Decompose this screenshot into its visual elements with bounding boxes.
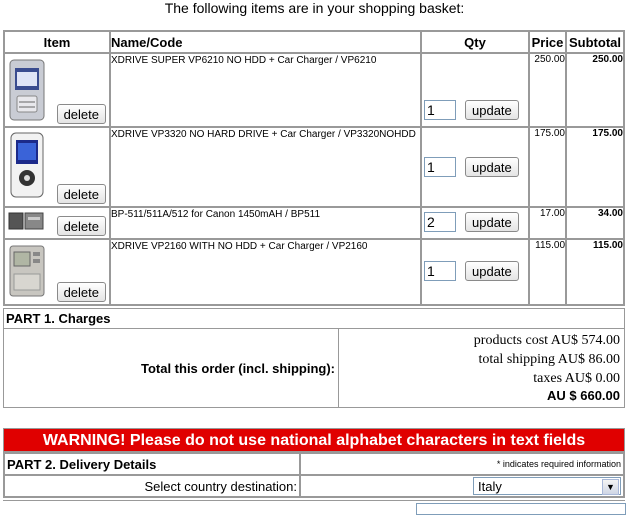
quantity-input[interactable] <box>424 261 456 281</box>
cart-row: delete XDRIVE VP3320 NO HARD DRIVE + Car… <box>4 127 624 207</box>
country-select[interactable]: Italy ▼ <box>473 477 621 495</box>
col-subtotal-header: Subtotal <box>566 31 624 53</box>
mp3-player-thumbnail <box>10 132 44 198</box>
delete-button[interactable]: delete <box>56 216 106 236</box>
warning-banner: WARNING! Please do not use national alph… <box>3 428 625 452</box>
chevron-down-icon[interactable]: ▼ <box>602 479 619 495</box>
battery-thumbnail <box>8 212 44 230</box>
mp3-player-thumbnail <box>9 59 45 121</box>
delete-button[interactable]: delete <box>56 104 106 124</box>
delete-button[interactable]: delete <box>56 184 106 204</box>
qty-cell: update <box>421 239 529 305</box>
item-subtotal: 175.00 <box>566 127 624 207</box>
taxes: taxes AU$ 0.00 <box>533 371 620 386</box>
charges-section: PART 1. Charges Total this order (incl. … <box>3 308 625 408</box>
basket-intro-text: The following items are in your shopping… <box>164 0 465 16</box>
mp3-player-thumbnail <box>9 245 45 297</box>
qty-cell: update <box>421 127 529 207</box>
cart-row: delete XDRIVE VP2160 WITH NO HDD + Car C… <box>4 239 624 305</box>
item-price: 115.00 <box>529 239 566 305</box>
delivery-header-row: PART 2. Delivery Details * indicates req… <box>4 453 624 475</box>
item-price: 175.00 <box>529 127 566 207</box>
quantity-input[interactable] <box>424 100 456 120</box>
next-row-partial <box>3 500 626 515</box>
col-name-header: Name/Code <box>110 31 421 53</box>
cart-table: Item Name/Code Qty Price Subtotal delete… <box>3 30 625 306</box>
country-cell: Italy ▼ <box>300 475 624 497</box>
quantity-input[interactable] <box>424 157 456 177</box>
products-cost: products cost AU$ 574.00 <box>473 333 620 348</box>
delivery-table: PART 2. Delivery Details * indicates req… <box>3 452 625 498</box>
delivery-header: PART 2. Delivery Details <box>4 453 300 475</box>
item-price: 17.00 <box>529 207 566 239</box>
country-row: Select country destination: Italy ▼ <box>4 475 624 497</box>
item-subtotal: 34.00 <box>566 207 624 239</box>
col-item-header: Item <box>4 31 110 53</box>
charges-breakdown: products cost AU$ 574.00 total shipping … <box>474 331 620 404</box>
qty-cell: update <box>421 207 529 239</box>
col-price-header: Price <box>529 31 566 53</box>
country-label: Select country destination: <box>4 475 300 497</box>
item-price: 250.00 <box>529 53 566 127</box>
country-selected-value: Italy <box>478 479 502 494</box>
cart-row: delete XDRIVE SUPER VP6210 NO HDD + Car … <box>4 53 624 127</box>
delete-button[interactable]: delete <box>56 282 106 302</box>
item-name: XDRIVE VP2160 WITH NO HDD + Car Charger … <box>110 239 421 305</box>
item-cell: delete <box>4 127 110 207</box>
cart-row: delete BP-511/511A/512 for Canon 1450mAH… <box>4 207 624 239</box>
qty-cell: update <box>421 53 529 127</box>
total-label-cell: Total this order (incl. shipping): <box>4 329 339 407</box>
col-qty-header: Qty <box>421 31 529 53</box>
item-name: XDRIVE VP3320 NO HARD DRIVE + Car Charge… <box>110 127 421 207</box>
cart-header-row: Item Name/Code Qty Price Subtotal <box>4 31 624 53</box>
update-button[interactable]: update <box>465 100 519 120</box>
item-subtotal: 250.00 <box>566 53 624 127</box>
required-note: * indicates required information <box>300 453 624 475</box>
quantity-input[interactable] <box>424 212 456 232</box>
item-cell: delete <box>4 239 110 305</box>
item-subtotal: 115.00 <box>566 239 624 305</box>
charges-header: PART 1. Charges <box>4 309 624 329</box>
item-name: XDRIVE SUPER VP6210 NO HDD + Car Charger… <box>110 53 421 127</box>
grand-total: AU $ 660.00 <box>547 388 620 403</box>
next-input-field[interactable] <box>416 503 626 515</box>
update-button[interactable]: update <box>465 261 519 281</box>
item-cell: delete <box>4 53 110 127</box>
item-cell: delete <box>4 207 110 239</box>
update-button[interactable]: update <box>465 157 519 177</box>
total-shipping: total shipping AU$ 86.00 <box>478 352 620 367</box>
total-label: Total this order (incl. shipping): <box>140 361 335 376</box>
update-button[interactable]: update <box>465 212 519 232</box>
item-name: BP-511/511A/512 for Canon 1450mAH / BP51… <box>110 207 421 239</box>
